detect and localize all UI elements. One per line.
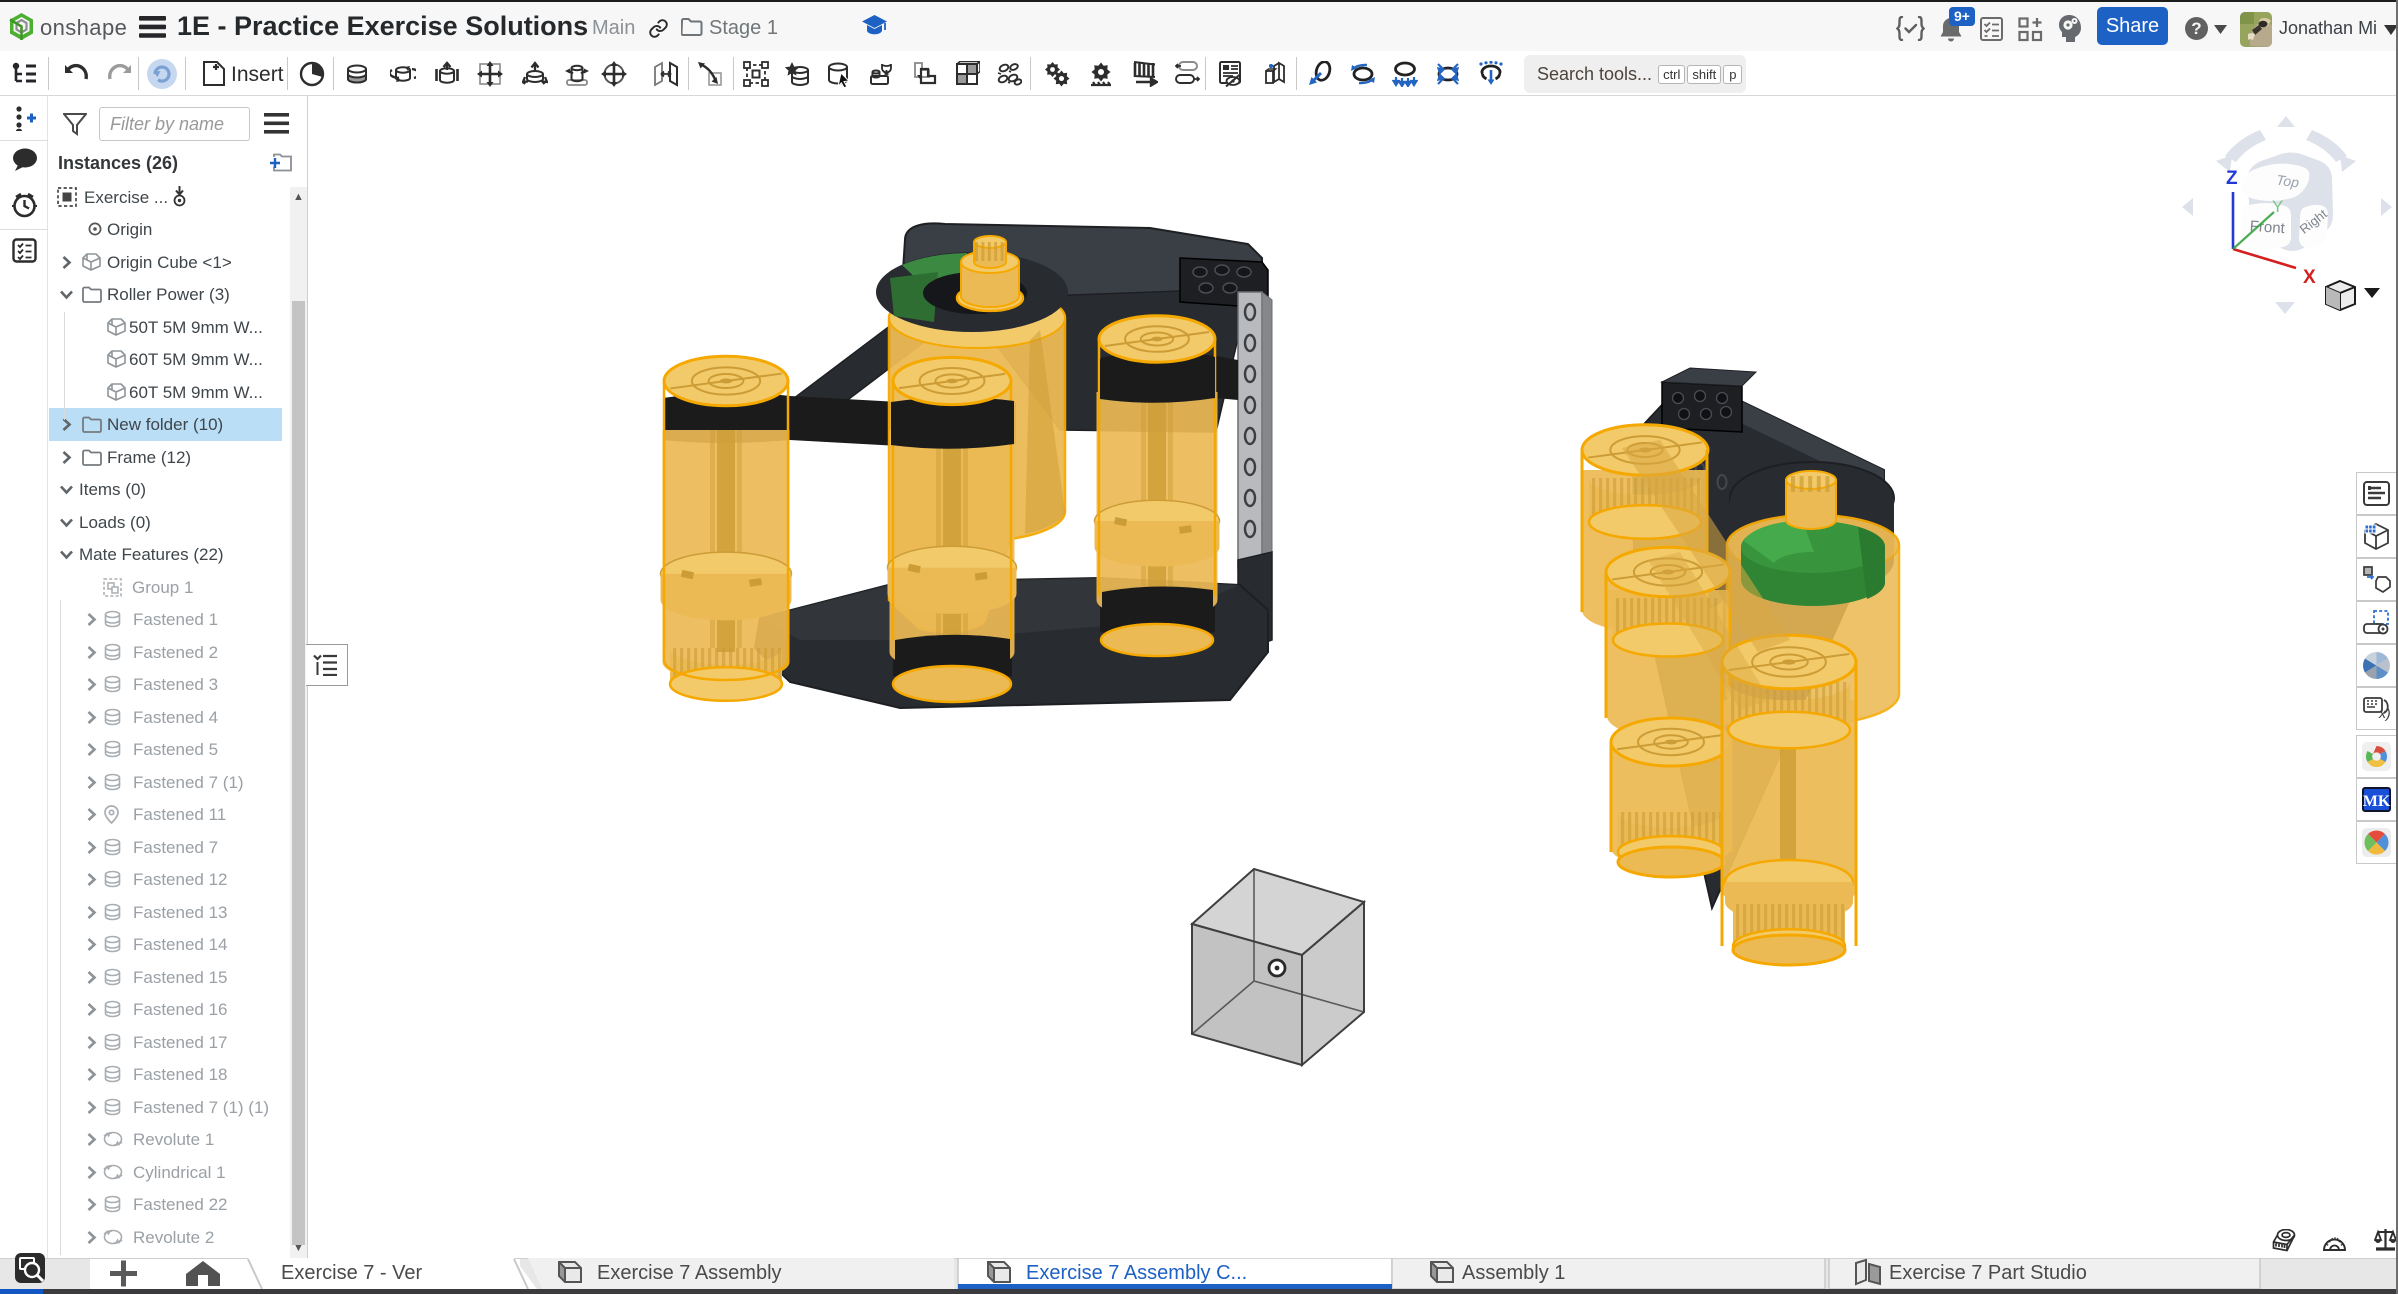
svg-text:Top: Top: [2275, 172, 2300, 191]
svg-text:Y: Y: [2272, 197, 2283, 216]
svg-text:Z: Z: [2226, 168, 2238, 189]
svg-text:Front: Front: [2249, 218, 2286, 237]
svg-text:MK: MK: [2363, 793, 2391, 810]
svg-text:X: X: [2303, 267, 2316, 288]
